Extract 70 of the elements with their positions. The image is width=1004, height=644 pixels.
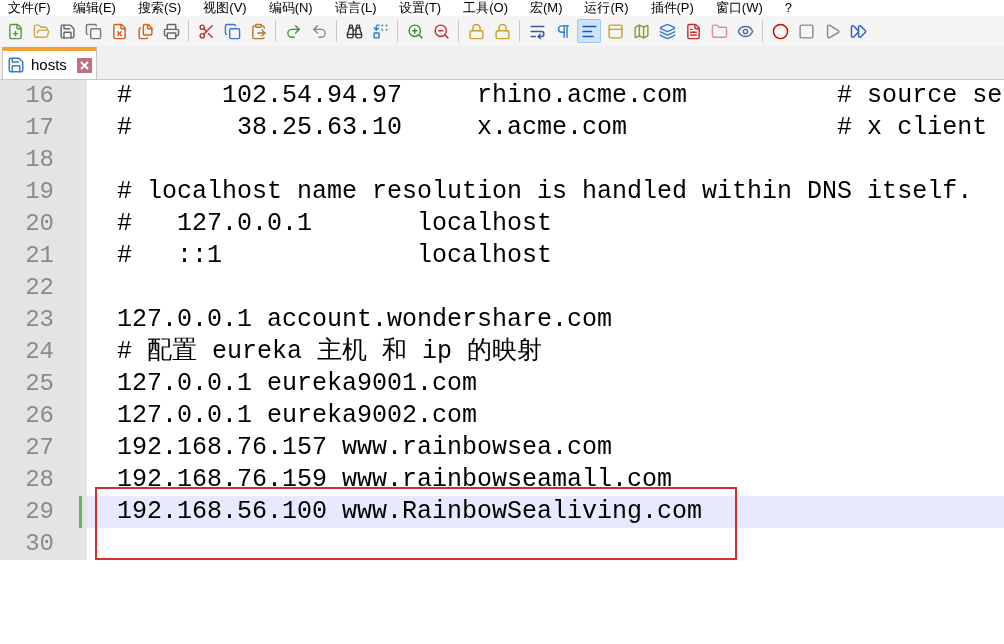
line-number: 16 <box>25 81 54 111</box>
redo-arrow-icon <box>284 22 302 40</box>
code-text: 192.168.76.157 www.rainbowsea.com <box>117 433 613 463</box>
tab-label: hosts <box>31 54 67 75</box>
lock-icon <box>493 22 511 40</box>
stop-icon <box>797 22 815 40</box>
fast-forward-icon <box>849 22 867 40</box>
document-icon <box>684 22 702 40</box>
save-icon <box>58 22 76 40</box>
line-number: 20 <box>25 209 54 239</box>
menu-item[interactable]: 窗口(W) <box>715 1 763 15</box>
line-number: 19 <box>25 177 54 207</box>
menu-item[interactable]: 宏(M) <box>529 1 563 15</box>
replace-icon <box>371 22 389 40</box>
code-text: 127.0.0.1 account.wondershare.com <box>117 305 613 335</box>
menu-item[interactable]: 插件(P) <box>650 1 694 15</box>
save-icon <box>7 56 25 74</box>
menu-item[interactable]: 运行(R) <box>584 1 629 15</box>
code-text: # 127.0.0.1 localhost <box>117 209 553 239</box>
paste-icon <box>249 22 267 40</box>
menu-item[interactable]: 语言(L) <box>334 1 377 15</box>
close-file-icon <box>110 22 128 40</box>
code-text: # localhost name resolution is handled within DNS itself. <box>117 177 973 207</box>
line-number: 21 <box>25 241 54 271</box>
code-text: 192.168.76.159 www.rainbowseamall.com <box>117 465 673 495</box>
menu-item[interactable]: 工具(O) <box>463 1 508 15</box>
line-number: 22 <box>25 273 54 303</box>
zoom-out-icon <box>432 22 450 40</box>
folder-icon <box>710 22 728 40</box>
code-text: 127.0.0.1 eureka9002.com <box>117 401 478 431</box>
code-text: # 38.25.63.10 x.acme.com # x client <box>117 113 988 143</box>
menu-item[interactable]: ? <box>784 1 793 15</box>
copy-icon <box>223 22 241 40</box>
code-text: # ::1 localhost <box>117 241 553 271</box>
line-number: 30 <box>25 529 54 559</box>
record-icon <box>771 22 789 40</box>
code-text: # 配置 eureka 主机 和 ip 的映射 <box>117 337 543 367</box>
line-number: 29 <box>25 497 54 527</box>
layers-icon <box>658 22 676 40</box>
menu-item[interactable]: 搜索(S) <box>137 1 182 15</box>
undo-arrow-icon <box>310 22 328 40</box>
line-number: 17 <box>25 113 54 143</box>
zoom-in-icon <box>406 22 424 40</box>
folder-icon <box>32 22 50 40</box>
line-number: 27 <box>25 433 54 463</box>
menu-item[interactable]: 设置(T) <box>398 1 442 15</box>
binoculars-icon <box>345 22 363 40</box>
line-number: 25 <box>25 369 54 399</box>
close-icon <box>79 60 89 70</box>
map-icon <box>632 22 650 40</box>
panel-icon <box>606 22 624 40</box>
close-button[interactable] <box>76 57 92 73</box>
code-text: 127.0.0.1 eureka9001.com <box>117 369 478 399</box>
menu-item[interactable]: 视图(V) <box>203 1 247 15</box>
new-file-icon <box>6 22 24 40</box>
cut-icon <box>197 22 215 40</box>
line-number: 26 <box>25 401 54 431</box>
line-number: 24 <box>25 337 54 367</box>
menu-item[interactable]: 文件(F) <box>8 1 51 15</box>
line-number: 18 <box>25 145 54 175</box>
file-tab[interactable]: hosts <box>2 47 97 79</box>
menu-item[interactable]: 编辑(E) <box>72 1 116 15</box>
line-number: 28 <box>25 465 54 495</box>
printer-icon <box>162 22 180 40</box>
menu-item[interactable]: 编码(N) <box>268 1 313 15</box>
toolbar-button[interactable] <box>577 19 601 43</box>
code-text: # 102.54.94.97 rhino.acme.com # source se <box>117 81 1003 111</box>
line-number: 23 <box>25 305 54 335</box>
code-text: 192.168.56.100 www.RainbowSealiving.com <box>117 497 703 527</box>
lock-icon <box>467 22 485 40</box>
